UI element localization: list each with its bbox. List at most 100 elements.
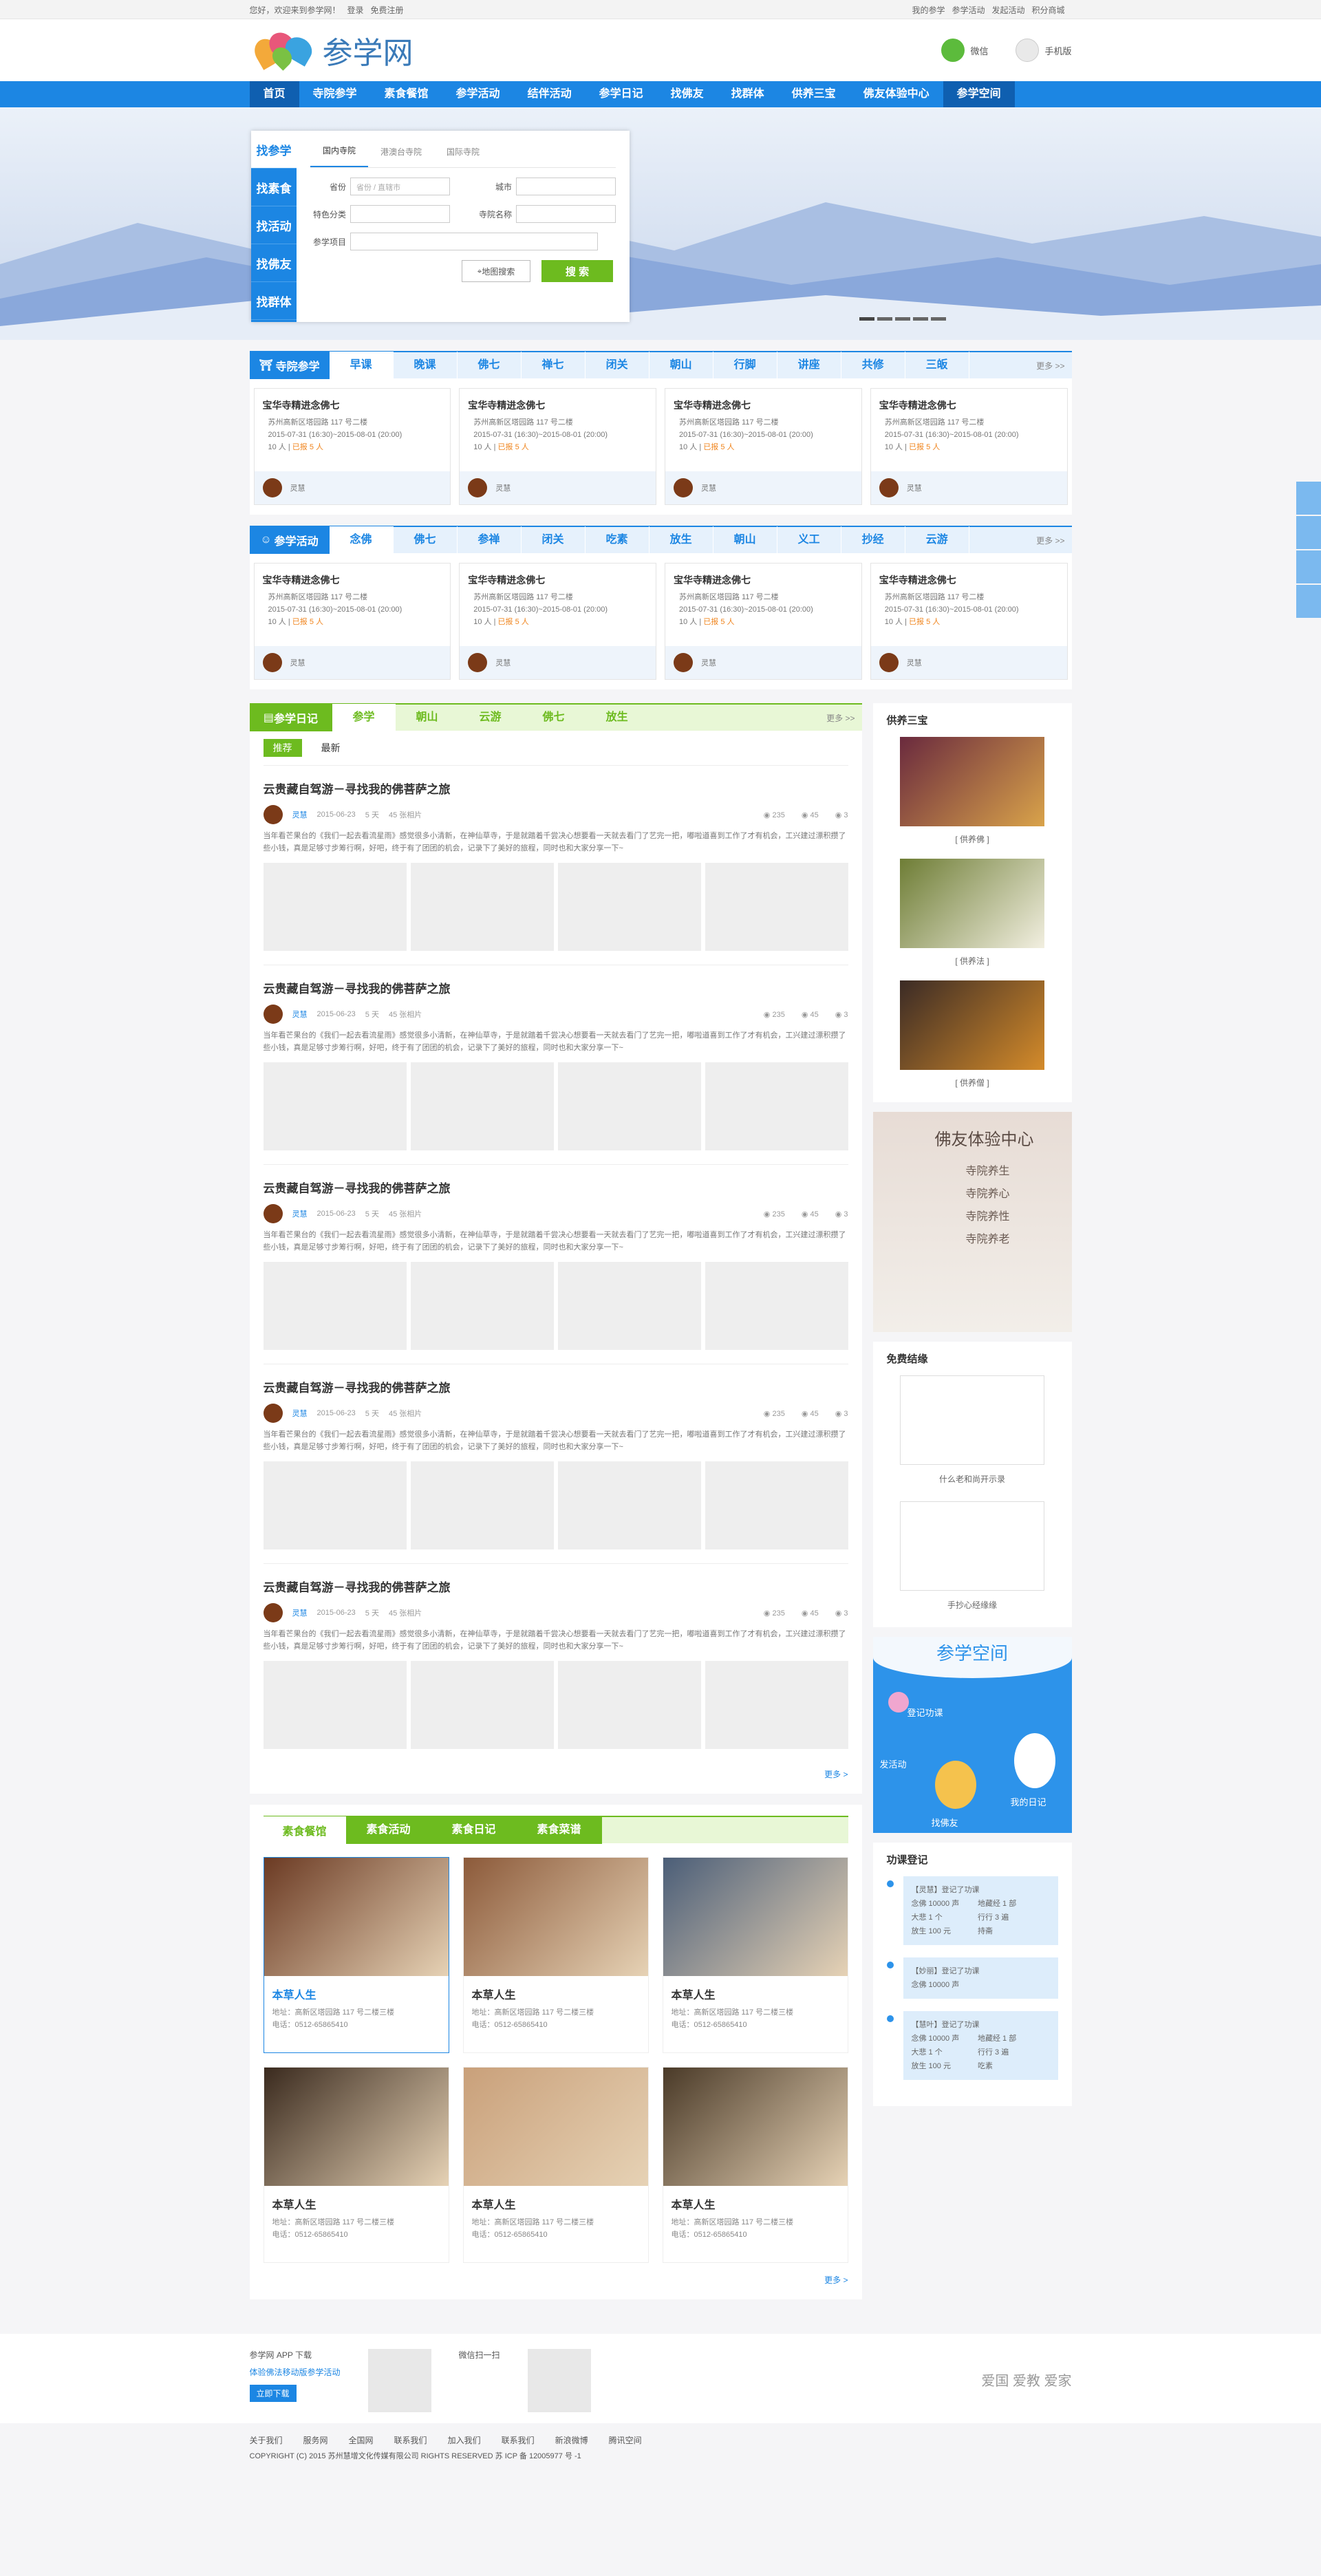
- nav-item[interactable]: 结伴活动: [514, 81, 586, 107]
- post-image[interactable]: [410, 1461, 554, 1549]
- diary-tab[interactable]: 放生: [586, 704, 649, 731]
- footer-link[interactable]: 关于我们: [250, 2434, 283, 2446]
- diary-tab[interactable]: 云游: [459, 704, 522, 731]
- footer-link[interactable]: 全国网: [349, 2434, 374, 2446]
- organizer-name[interactable]: 灵慧: [495, 657, 511, 668]
- post-author[interactable]: 灵慧: [292, 1009, 308, 1020]
- event-title[interactable]: 宝华寺精进念佛七: [665, 389, 861, 416]
- temple-tab[interactable]: 三皈: [905, 352, 969, 379]
- mobile-link[interactable]: 手机版: [1016, 39, 1072, 62]
- avatar[interactable]: [263, 1204, 283, 1223]
- restaurant-photo[interactable]: [264, 1858, 449, 1976]
- post-activity-link[interactable]: 发活动: [880, 1757, 907, 1770]
- post-title[interactable]: 云贵藏自驾游－寻找我的佛菩萨之旅: [264, 1578, 848, 1595]
- post-author[interactable]: 灵慧: [292, 1408, 308, 1419]
- footer-link[interactable]: 联系我们: [502, 2434, 535, 2446]
- more-link[interactable]: 更多 >>: [826, 712, 855, 724]
- comments-icon[interactable]: ◉ 3: [835, 1210, 848, 1219]
- post-image[interactable]: [263, 1062, 407, 1150]
- restaurant-card[interactable]: 本草人生 地址：高新区塔园路 117 号二楼三楼 电话：0512-6586541…: [662, 2067, 848, 2263]
- temple-tab[interactable]: 朝山: [649, 352, 713, 379]
- organizer-name[interactable]: 灵慧: [701, 482, 716, 493]
- temple-tab[interactable]: 行脚: [713, 352, 777, 379]
- top-link[interactable]: 参学活动: [952, 6, 985, 15]
- likes-icon[interactable]: ◉ 45: [802, 811, 819, 819]
- nav-item[interactable]: 找佛友: [657, 81, 718, 107]
- post-image[interactable]: [263, 1461, 407, 1549]
- likes-icon[interactable]: ◉ 45: [802, 1010, 819, 1019]
- temple-input[interactable]: [516, 205, 616, 223]
- post-author[interactable]: 灵慧: [292, 1607, 308, 1618]
- activity-tab[interactable]: 参禅: [458, 526, 522, 554]
- post-image[interactable]: [410, 1661, 554, 1749]
- comments-icon[interactable]: ◉ 3: [835, 1609, 848, 1618]
- likes-icon[interactable]: ◉ 45: [802, 1409, 819, 1418]
- avatar[interactable]: [263, 1404, 283, 1423]
- activity-tab[interactable]: 朝山: [713, 526, 777, 554]
- post-image[interactable]: [705, 1062, 848, 1150]
- footer-link[interactable]: 联系我们: [394, 2434, 427, 2446]
- top-link[interactable]: 积分商城: [1031, 6, 1064, 15]
- user-icon[interactable]: [1296, 482, 1321, 515]
- city-select[interactable]: [516, 178, 616, 195]
- event-title[interactable]: 宝华寺精进念佛七: [255, 564, 451, 591]
- avatar[interactable]: [879, 478, 899, 497]
- search-side-tab[interactable]: 找活动: [251, 206, 297, 244]
- region-tab[interactable]: 国际寺院: [434, 146, 492, 167]
- more-link[interactable]: 更多 >: [264, 2274, 848, 2286]
- temple-tab[interactable]: 早课: [329, 352, 394, 379]
- post-image[interactable]: [705, 863, 848, 951]
- event-title[interactable]: 宝华寺精进念佛七: [871, 564, 1067, 591]
- experience-item[interactable]: 寺院养性: [966, 1205, 1010, 1228]
- event-title[interactable]: 宝华寺精进念佛七: [665, 564, 861, 591]
- search-side-tab[interactable]: 找群体: [251, 282, 297, 320]
- footer-link[interactable]: 腾讯空间: [609, 2434, 642, 2446]
- post-image[interactable]: [410, 863, 554, 951]
- avatar[interactable]: [468, 653, 488, 672]
- province-select[interactable]: 省份 / 直辖市: [350, 178, 450, 195]
- nav-item[interactable]: 供养三宝: [778, 81, 850, 107]
- search-side-tab[interactable]: 找素食: [251, 169, 297, 206]
- merit-head[interactable]: 【慧叶】登记了功课: [912, 2018, 1050, 2032]
- avatar[interactable]: [262, 478, 282, 497]
- experience-item[interactable]: 寺院养心: [966, 1183, 1010, 1205]
- offering-item[interactable]: [ 供养法 ]: [900, 859, 1044, 980]
- merit-head[interactable]: 【灵慧】登记了功课: [912, 1883, 1050, 1897]
- diary-filter-recommended[interactable]: 推荐: [263, 739, 302, 757]
- post-title[interactable]: 云贵藏自驾游－寻找我的佛菩萨之旅: [264, 1179, 848, 1196]
- post-image[interactable]: [557, 863, 701, 951]
- event-title[interactable]: 宝华寺精进念佛七: [871, 389, 1067, 416]
- event-card[interactable]: 宝华寺精进念佛七 苏州高新区塔园路 117 号二楼 2015-07-31 (16…: [665, 388, 862, 505]
- free-gift-image[interactable]: [900, 1375, 1044, 1465]
- nav-item[interactable]: 参学活动: [442, 81, 514, 107]
- event-card[interactable]: 宝华寺精进念佛七 苏州高新区塔园路 117 号二楼 2015-07-31 (16…: [459, 388, 656, 505]
- avatar[interactable]: [263, 805, 283, 824]
- category-select[interactable]: [350, 205, 450, 223]
- organizer-name[interactable]: 灵慧: [907, 657, 922, 668]
- post-author[interactable]: 灵慧: [292, 809, 308, 820]
- food-tab[interactable]: 素食餐馆: [263, 1816, 346, 1844]
- temple-tab[interactable]: 晚课: [394, 352, 458, 379]
- post-image[interactable]: [705, 1461, 848, 1549]
- restaurant-card[interactable]: 本草人生 地址：高新区塔园路 117 号二楼三楼 电话：0512-6586541…: [263, 2067, 449, 2263]
- event-card[interactable]: 宝华寺精进念佛七 苏州高新区塔园路 117 号二楼 2015-07-31 (16…: [665, 563, 862, 680]
- nav-item[interactable]: 佛友体验中心: [850, 81, 943, 107]
- top-link[interactable]: 发起活动: [991, 6, 1024, 15]
- my-diary-link[interactable]: 我的日记: [1011, 1795, 1046, 1808]
- download-button[interactable]: 立即下载: [249, 2385, 297, 2402]
- offering-item[interactable]: [ 供养佛 ]: [900, 737, 1044, 859]
- register-link[interactable]: 免费注册: [371, 6, 404, 15]
- diary-tab[interactable]: 参学: [332, 704, 396, 731]
- food-tab[interactable]: 素食活动: [345, 1816, 431, 1844]
- restaurant-name[interactable]: 本草人生: [264, 1976, 449, 2006]
- restaurant-photo[interactable]: [463, 2068, 648, 2186]
- restaurant-card[interactable]: 本草人生 地址：高新区塔园路 117 号二楼三楼 电话：0512-6586541…: [263, 1857, 449, 2053]
- likes-icon[interactable]: ◉ 45: [802, 1210, 819, 1219]
- post-image[interactable]: [705, 1262, 848, 1350]
- experience-item[interactable]: 寺院养生: [966, 1160, 1010, 1183]
- nav-item[interactable]: 寺院参学: [299, 81, 371, 107]
- experience-item[interactable]: 寺院养老: [966, 1228, 1010, 1251]
- avatar[interactable]: [468, 478, 488, 497]
- event-card[interactable]: 宝华寺精进念佛七 苏州高新区塔园路 117 号二楼 2015-07-31 (16…: [459, 563, 656, 680]
- event-title[interactable]: 宝华寺精进念佛七: [460, 564, 656, 591]
